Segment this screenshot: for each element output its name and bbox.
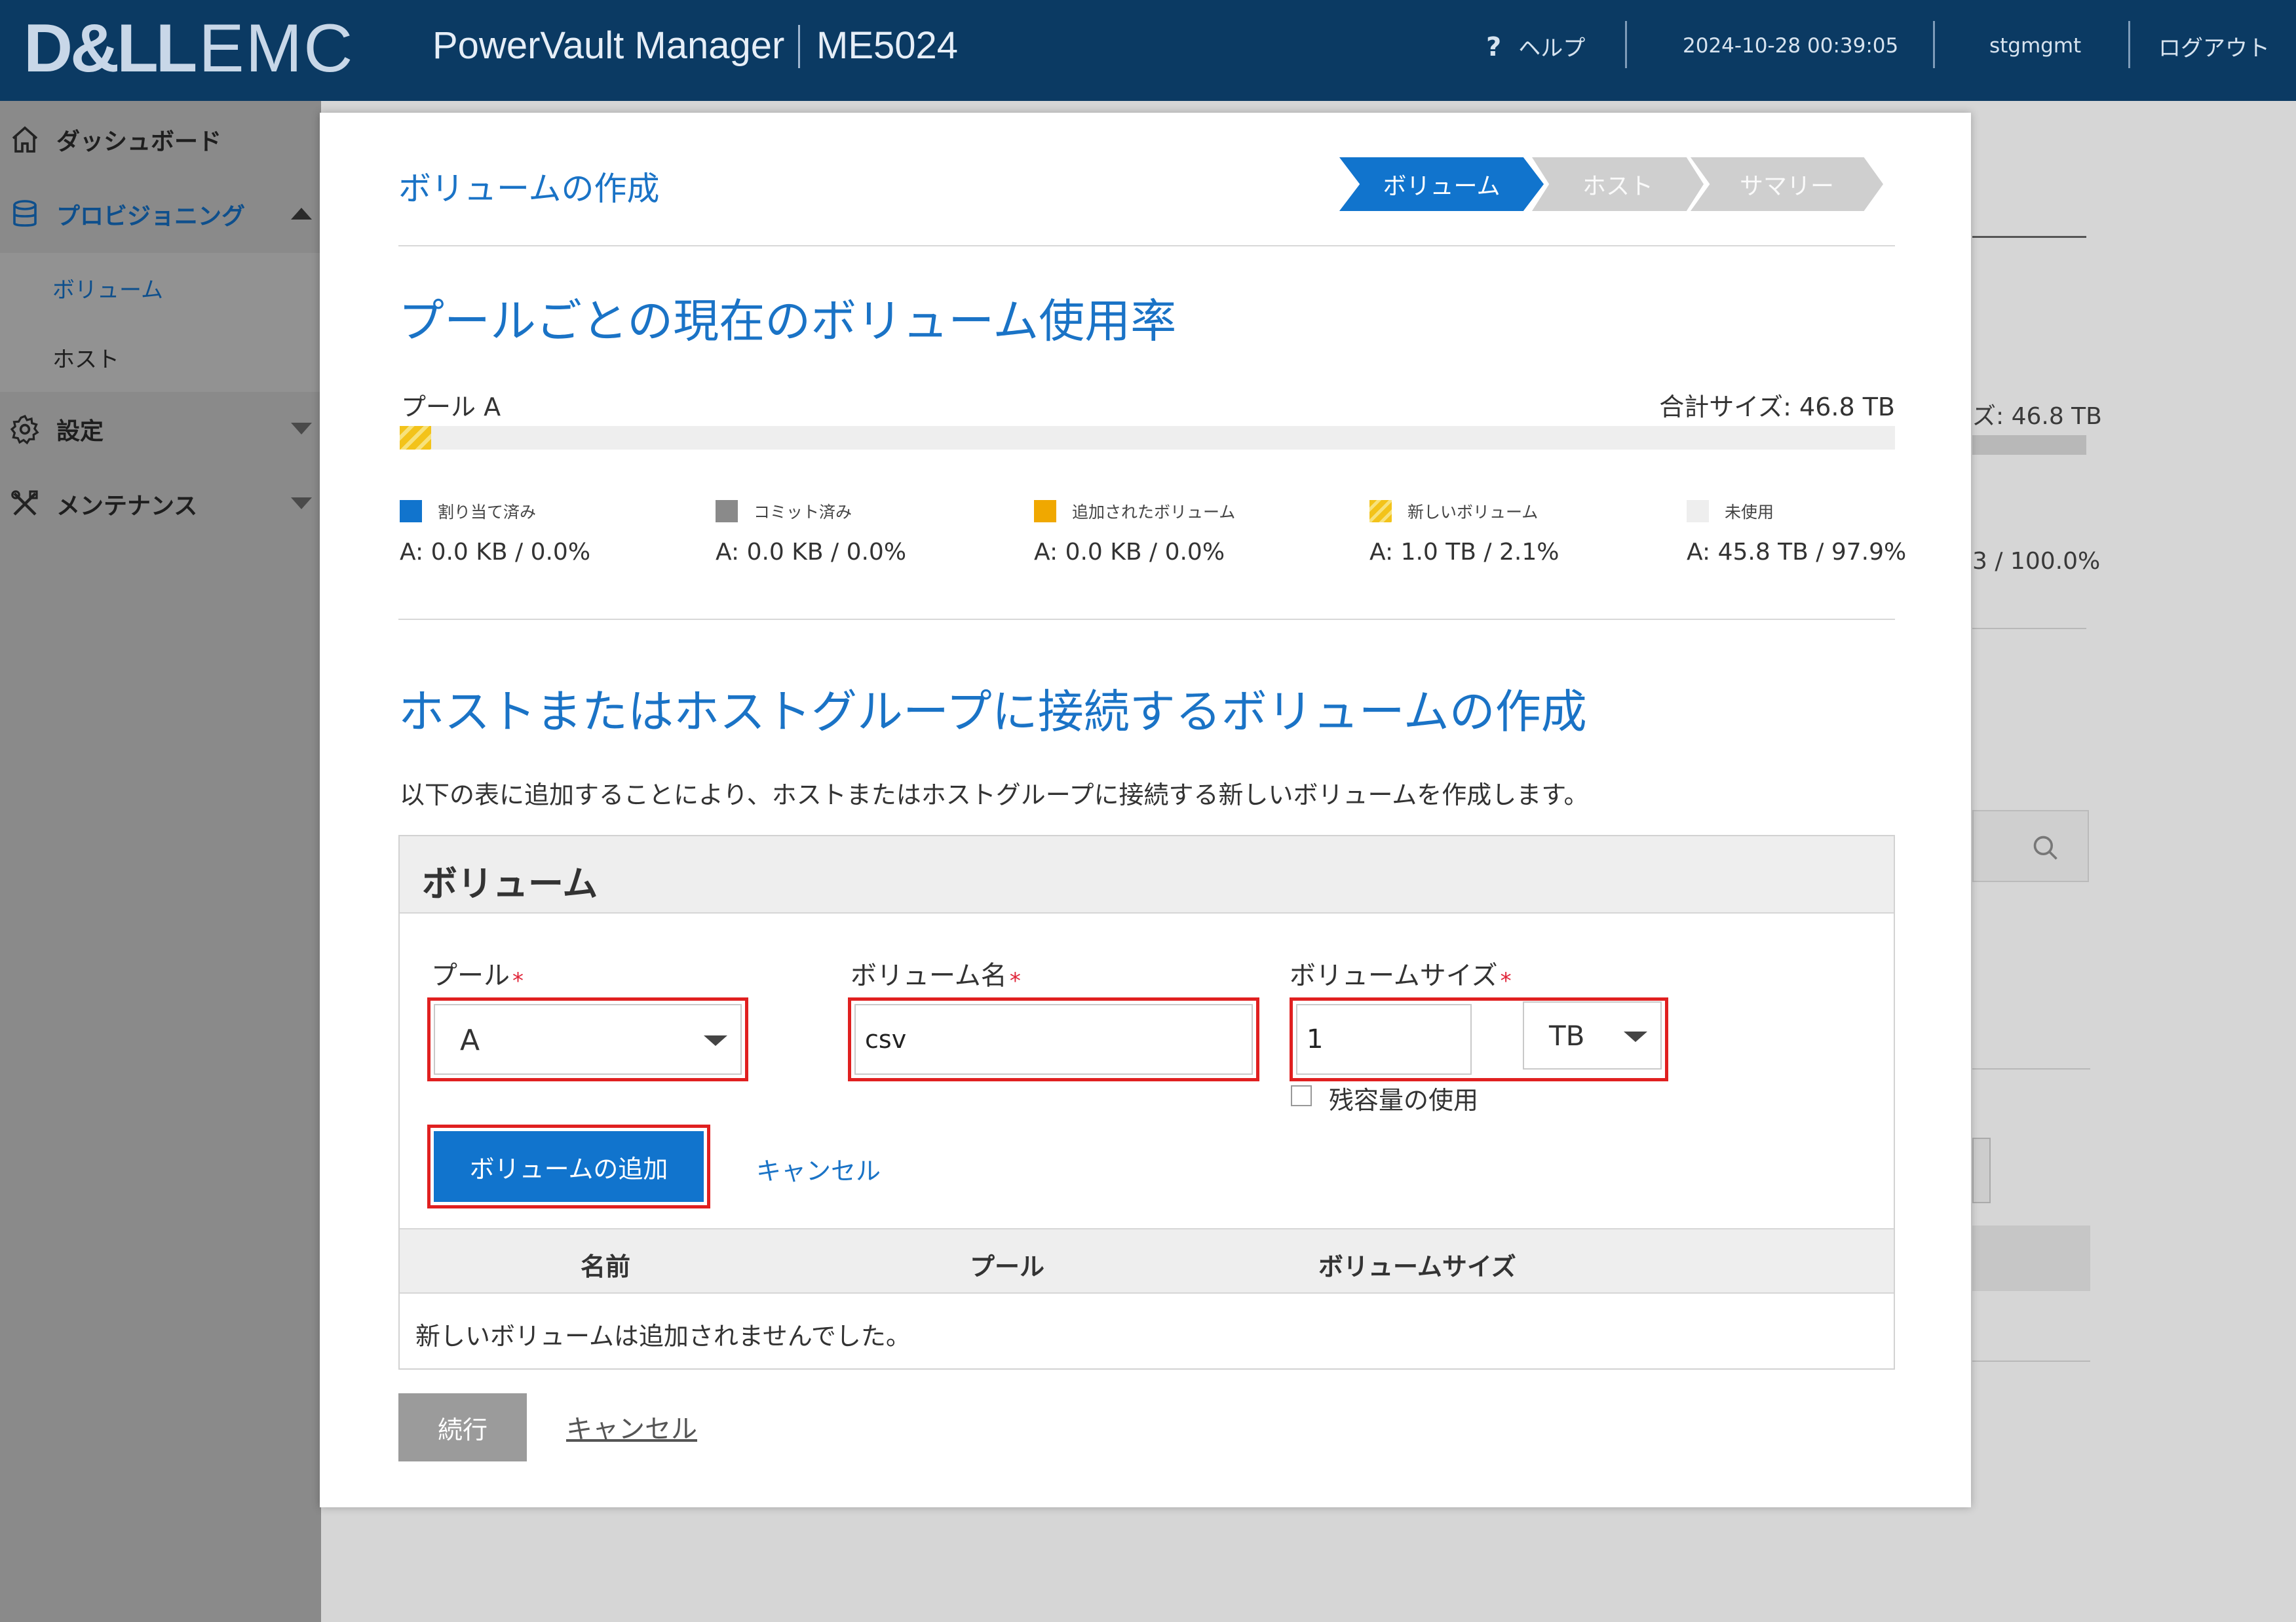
sidebar-item-label: ダッシュボード	[56, 128, 222, 155]
step-volume[interactable]: ボリューム	[1339, 157, 1544, 211]
volume-table-header: 名前 プール ボリュームサイズ	[400, 1228, 1894, 1294]
app-title: PowerVault Manager	[432, 24, 785, 67]
legend-swatch	[1687, 500, 1709, 522]
pool-usage-bar	[400, 426, 1895, 450]
legend-value: A: 0.0 KB / 0.0%	[1034, 539, 1225, 566]
title-divider	[798, 25, 800, 68]
empty-table-message: 新しいボリュームは追加されませんでした。	[415, 1322, 911, 1351]
step-host[interactable]: ホスト	[1532, 157, 1704, 211]
chevron-down-icon	[704, 1035, 727, 1046]
search-icon	[2031, 834, 2060, 865]
sidebar-item-hosts[interactable]: ホスト	[0, 322, 321, 392]
column-pool[interactable]: プール	[970, 1246, 1044, 1283]
legend-value: A: 0.0 KB / 0.0%	[716, 539, 907, 566]
sidebar-item-label: プロビジョニング	[56, 203, 246, 230]
chevron-up-icon	[291, 208, 312, 220]
pool-select[interactable]: A	[434, 1004, 742, 1075]
legend-value: A: 0.0 KB / 0.0%	[400, 539, 591, 566]
volume-name-field-label: ボリューム名 *	[851, 961, 1021, 994]
legend-value: A: 1.0 TB / 2.1%	[1369, 539, 1559, 566]
home-icon	[7, 121, 43, 158]
column-volume-size[interactable]: ボリュームサイズ	[1318, 1246, 1516, 1283]
dialog-title: ボリュームの作成	[398, 170, 660, 208]
chevron-down-icon	[291, 423, 312, 434]
legend-value: A: 45.8 TB / 97.9%	[1687, 539, 1907, 566]
sidebar-item-label: メンテナンス	[56, 493, 198, 520]
create-section-title: ホストまたはホストグループに接続するボリュームの作成	[398, 685, 1587, 739]
background-divider	[1972, 236, 2086, 238]
wizard-steps: ボリューム ホスト サマリー	[1339, 157, 1890, 211]
background-percent: 3 / 100.0%	[1972, 548, 2101, 575]
background-bar	[1972, 435, 2086, 455]
current-user[interactable]: stgmgmt	[1989, 34, 2081, 58]
create-description: 以下の表に追加することにより、ホストまたはホストグループに接続する新しいボリュー…	[400, 781, 1589, 809]
dell-emc-logo: D&LLEMC	[24, 10, 354, 87]
volume-size-field-label: ボリュームサイズ *	[1290, 961, 1512, 994]
divider	[398, 619, 1895, 620]
background-total-size: ズ: 46.8 TB	[1972, 403, 2102, 430]
logout-link[interactable]: ログアウト	[2158, 30, 2270, 62]
background-divider	[1972, 628, 2086, 629]
create-volume-dialog: ボリュームの作成 ボリューム ホスト サマリー プールごとの現在のボリューム使用…	[320, 113, 1971, 1507]
volume-name-input[interactable]: csv	[854, 1004, 1253, 1075]
legend-new-volume: 新しいボリューム A: 1.0 TB / 2.1%	[1369, 499, 1559, 566]
help-link[interactable]: ? ヘルプ	[1486, 30, 1585, 62]
legend-swatch	[400, 500, 422, 522]
sidebar-item-label: 設定	[56, 418, 104, 445]
chevron-down-icon	[291, 497, 312, 509]
sidebar: ダッシュボード プロビジョニング ボリューム ホスト 設定 メンテナンス	[0, 101, 321, 1622]
pool-total-size: 合計サイズ: 46.8 TB	[1659, 393, 1895, 421]
new-volume-usage-fill	[400, 426, 431, 450]
help-icon: ?	[1486, 32, 1502, 62]
continue-button[interactable]: 続行	[398, 1393, 527, 1461]
volume-size-input[interactable]: 1	[1296, 1004, 1472, 1075]
database-icon	[7, 196, 43, 233]
sidebar-item-provisioning[interactable]: プロビジョニング	[0, 178, 321, 250]
chevron-down-icon	[1624, 1032, 1647, 1042]
legend-swatch	[1369, 500, 1392, 522]
background-divider	[1972, 1361, 2090, 1362]
legend-unused: 未使用 A: 45.8 TB / 97.9%	[1687, 499, 1906, 566]
sidebar-item-settings[interactable]: 設定	[0, 393, 321, 465]
usage-section-title: プールごとの現在のボリューム使用率	[398, 294, 1177, 348]
header-divider	[1933, 21, 1935, 68]
background-button	[1972, 1138, 1991, 1203]
legend-swatch	[716, 500, 738, 522]
add-volume-button[interactable]: ボリュームの追加	[434, 1131, 704, 1202]
size-unit-select[interactable]: TB	[1523, 1001, 1662, 1070]
dialog-cancel-link[interactable]: キャンセル	[566, 1408, 697, 1446]
background-divider	[1972, 1068, 2090, 1070]
background-search-box	[1972, 810, 2089, 882]
header-divider	[2128, 21, 2130, 68]
use-remaining-checkbox[interactable]	[1291, 1085, 1312, 1106]
header-divider	[1625, 21, 1627, 68]
pool-field-label: プール *	[431, 961, 524, 994]
system-datetime: 2024-10-28 00:39:05	[1683, 34, 1899, 58]
top-header: D&LLEMC PowerVault Manager ME5024 ? ヘルプ 2…	[0, 0, 2296, 101]
sidebar-item-dashboard[interactable]: ダッシュボード	[0, 104, 321, 176]
legend-allocated: 割り当て済み A: 0.0 KB / 0.0%	[400, 499, 590, 566]
step-summary[interactable]: サマリー	[1691, 157, 1883, 211]
gear-icon	[7, 411, 43, 448]
tools-icon	[7, 486, 43, 522]
legend-swatch	[1034, 500, 1056, 522]
panel-cancel-link[interactable]: キャンセル	[756, 1151, 881, 1187]
pool-label: プール A	[401, 393, 501, 421]
legend-committed: コミット済み A: 0.0 KB / 0.0%	[716, 499, 906, 566]
legend-added-volumes: 追加されたボリューム A: 0.0 KB / 0.0%	[1034, 499, 1235, 566]
system-model: ME5024	[816, 24, 959, 67]
sidebar-item-maintenance[interactable]: メンテナンス	[0, 468, 321, 540]
use-remaining-label: 残容量の使用	[1329, 1086, 1479, 1115]
background-table-header	[1972, 1226, 2090, 1291]
volume-panel-header: ボリューム	[400, 836, 1894, 914]
divider	[398, 245, 1895, 246]
column-name[interactable]: 名前	[581, 1246, 630, 1283]
sidebar-item-volumes[interactable]: ボリューム	[0, 253, 321, 322]
